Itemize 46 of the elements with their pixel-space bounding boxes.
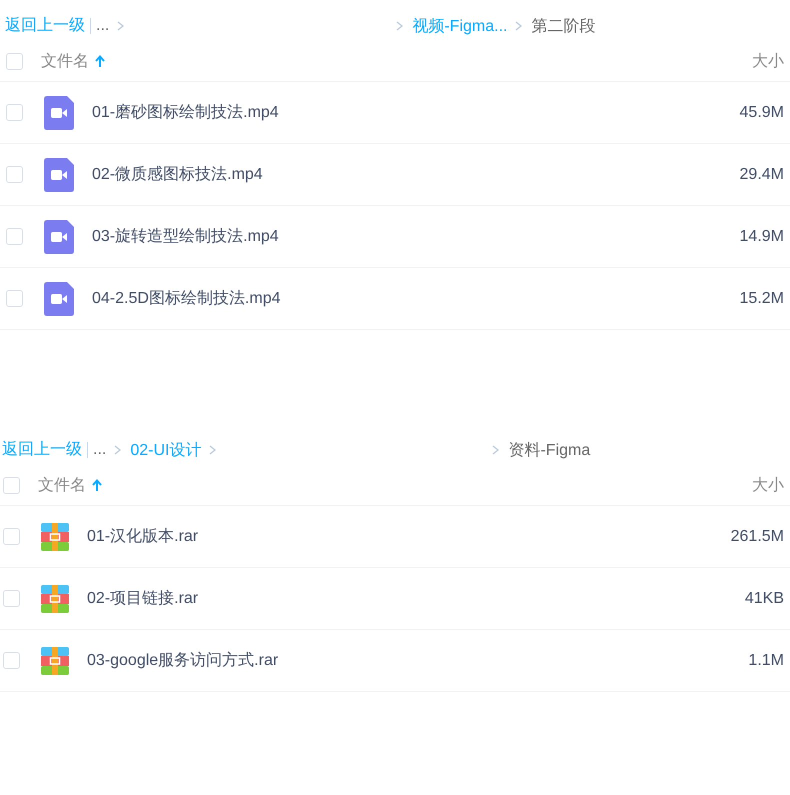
video-file-icon — [44, 96, 74, 130]
chevron-icon — [396, 21, 404, 31]
checkbox[interactable] — [3, 528, 20, 545]
chevron-icon — [209, 445, 218, 455]
file-size: 41KB — [744, 590, 784, 608]
video-file-icon — [44, 220, 74, 254]
size-column-header[interactable]: 大小 — [752, 474, 784, 496]
checkbox[interactable] — [6, 290, 23, 307]
checkbox[interactable] — [6, 228, 23, 245]
file-name[interactable]: 01-汉化版本.rar — [87, 526, 198, 547]
file-name[interactable]: 02-微质感图标技法.mp4 — [92, 164, 263, 185]
file-size: 45.9M — [740, 104, 784, 122]
video-file-icon — [44, 282, 74, 316]
sort-ascending-icon[interactable] — [92, 478, 102, 492]
checkbox[interactable] — [3, 590, 20, 607]
archive-file-icon — [41, 646, 69, 674]
name-column-header[interactable]: 文件名 — [38, 474, 86, 496]
file-size: 15.2M — [740, 290, 784, 308]
file-size: 29.4M — [740, 166, 784, 184]
file-size: 1.1M — [748, 652, 784, 670]
file-name[interactable]: 02-项目链接.rar — [87, 588, 198, 609]
file-size: 14.9M — [740, 228, 784, 246]
size-column-header[interactable]: 大小 — [752, 50, 784, 72]
video-file-icon — [44, 158, 74, 192]
sort-ascending-icon[interactable] — [95, 54, 105, 68]
file-name[interactable]: 01-磨砂图标绘制技法.mp4 — [92, 102, 279, 123]
file-name[interactable]: 04-2.5D图标绘制技法.mp4 — [92, 288, 280, 309]
chevron-icon — [114, 445, 122, 455]
current-folder: 第二阶段 — [531, 16, 596, 36]
breadcrumb-ellipsis[interactable]: ... — [91, 17, 118, 35]
checkbox[interactable] — [6, 166, 23, 183]
file-size: 261.5M — [730, 528, 784, 546]
current-folder: 资料-Figma — [508, 440, 590, 460]
checkbox[interactable] — [6, 52, 23, 70]
checkbox[interactable] — [3, 476, 20, 494]
name-column-header[interactable]: 文件名 — [41, 50, 89, 72]
archive-file-icon — [41, 584, 69, 612]
chevron-icon — [492, 445, 500, 455]
file-name[interactable]: 03-旋转造型绘制技法.mp4 — [92, 226, 279, 247]
breadcrumb-ellipsis[interactable]: ... — [88, 441, 114, 459]
chevron-icon — [515, 21, 524, 31]
checkbox[interactable] — [3, 652, 20, 669]
file-name[interactable]: 03-google服务访问方式.rar — [87, 650, 278, 671]
checkbox[interactable] — [6, 104, 23, 121]
archive-file-icon — [41, 522, 69, 550]
chevron-icon — [117, 21, 126, 31]
